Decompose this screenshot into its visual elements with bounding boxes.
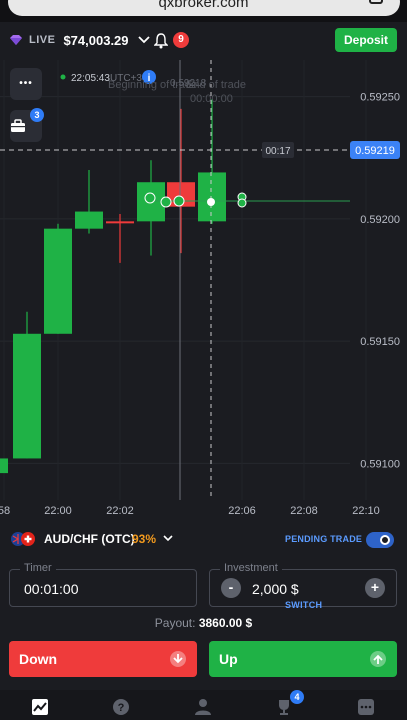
up-button[interactable]: Up (209, 641, 397, 677)
x-tick-label: 22:02 (106, 505, 134, 517)
y-tick-label: 0.59150 (360, 336, 400, 348)
trade-marker (207, 198, 215, 206)
more-dots: ••• (19, 78, 33, 89)
asset-bar: AUD/CHF (OTC) 93% PENDING TRADE (0, 522, 407, 556)
trade-marker (237, 198, 247, 208)
countdown-text: 00:17 (265, 146, 290, 157)
tournament-count-badge: 4 (290, 690, 304, 704)
svg-text:?: ? (118, 702, 125, 714)
timer-label: Timer (20, 562, 56, 574)
more-menu-button[interactable]: ••• (10, 68, 42, 100)
timer-field[interactable]: Timer 00:01:00 (9, 562, 197, 607)
up-label: Up (219, 651, 238, 667)
trade-marker (160, 196, 172, 208)
y-tick-label: 0.59200 (360, 214, 400, 226)
timer-value[interactable]: 00:01:00 (24, 581, 79, 597)
investment-value[interactable]: 2,000 $ (252, 581, 299, 597)
decrease-investment-button[interactable]: - (221, 578, 241, 598)
chevron-down-icon[interactable] (162, 534, 174, 543)
chart-icon[interactable] (31, 698, 49, 716)
down-label: Down (19, 651, 58, 667)
help-icon[interactable]: ? (112, 698, 130, 716)
bottom-navigation: ? 4 (0, 690, 407, 720)
candle-body (0, 458, 8, 474)
chart-clock: 22:05:43 (71, 73, 110, 84)
asset-payout-percent: 93% (132, 532, 157, 546)
trade-marker (173, 195, 185, 207)
switch-currency-link[interactable]: SWITCH (285, 600, 322, 610)
profile-icon[interactable] (194, 698, 212, 716)
investment-label: Investment (220, 562, 282, 574)
asset-pair-name[interactable]: AUD/CHF (OTC) (44, 532, 135, 546)
down-button[interactable]: Down (9, 641, 197, 677)
increase-investment-button[interactable]: + (365, 578, 385, 598)
arrow-down-icon (170, 651, 186, 667)
browser-url-bar: qxbroker.com (0, 0, 407, 22)
x-tick-label: 22:00 (44, 505, 72, 517)
bell-icon[interactable] (154, 33, 168, 49)
candle-body (44, 228, 72, 334)
chevron-down-icon (137, 36, 150, 44)
candle-body (13, 333, 41, 459)
pending-trade-toggle[interactable] (366, 532, 394, 548)
payout-label: Payout: (154, 616, 196, 630)
y-tick-label: 0.59100 (360, 458, 400, 470)
aud-chf-flag-icon (11, 532, 35, 546)
candlestick-chart: 22:05:43 UTC+3 i Beginning of trade 0.59… (0, 60, 400, 517)
account-mode: LIVE (29, 34, 56, 46)
more-icon[interactable] (357, 698, 375, 716)
notification-count-badge: 9 (173, 32, 189, 48)
top-bar: LIVE $74,003.29 9 Deposit (0, 22, 407, 60)
x-tick-label: 58 (0, 505, 10, 517)
url-text: qxbroker.com (158, 0, 249, 11)
price-chart[interactable]: 22:05:43 UTC+3 i Beginning of trade 0.59… (0, 60, 407, 522)
deposit-button[interactable]: Deposit (335, 28, 397, 52)
candle-body (75, 211, 103, 229)
payout-value: 3860.00 $ (198, 616, 253, 630)
x-tick-label: 22:08 (290, 505, 318, 517)
trade-marker (144, 192, 156, 204)
trade-end-label: End of trade (186, 79, 246, 91)
account-switcher[interactable]: LIVE $74,003.29 (10, 28, 151, 52)
candle-body (198, 172, 226, 222)
x-tick-label: 22:06 (228, 505, 256, 517)
pending-trade-label[interactable]: PENDING TRADE (285, 534, 362, 544)
tabs-icon[interactable] (369, 0, 383, 4)
trade-time-label: 00:00:00 (190, 93, 233, 105)
portfolio-count-badge: 3 (30, 108, 44, 122)
x-tick-label: 22:10 (352, 505, 380, 517)
candle-body (106, 221, 134, 224)
current-price-text: 0.59219 (355, 145, 395, 157)
account-balance: $74,003.29 (63, 32, 129, 48)
arrow-up-icon (370, 651, 386, 667)
diamond-icon (10, 35, 22, 45)
y-tick-label: 0.59250 (360, 92, 400, 104)
payout-row: Payout: 3860.00 $ (0, 616, 407, 630)
briefcase-icon (11, 119, 25, 132)
